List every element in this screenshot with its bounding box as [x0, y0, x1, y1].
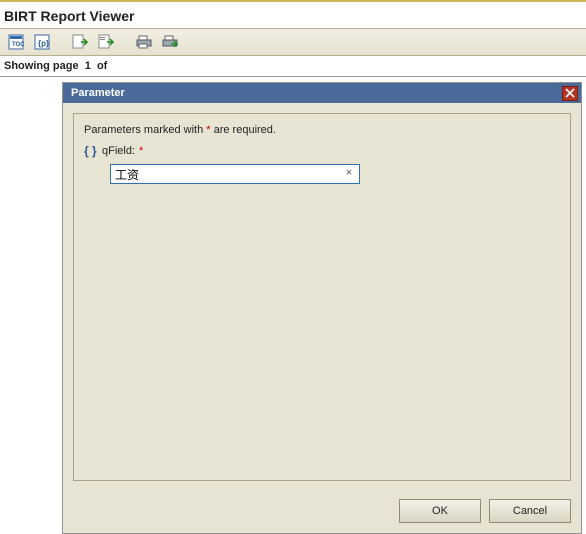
- braces-icon: { }: [84, 144, 98, 158]
- dialog-inner: Parameters marked with * are required. {…: [73, 113, 571, 481]
- content-area: Parameter Parameters marked with * are r…: [0, 77, 586, 523]
- toc-icon[interactable]: TOC: [6, 32, 26, 52]
- svg-text:{p}: {p}: [38, 39, 49, 48]
- toolbar: TOC {p}: [0, 28, 586, 56]
- svg-text:TOC: TOC: [12, 42, 24, 48]
- input-row: ×: [84, 164, 560, 184]
- print-server-icon[interactable]: [160, 32, 180, 52]
- qfield-input[interactable]: [110, 164, 360, 184]
- dialog-title: Parameter: [71, 87, 125, 99]
- status-prefix: Showing page: [4, 60, 79, 72]
- parameter-dialog: Parameter Parameters marked with * are r…: [62, 82, 582, 534]
- cancel-button[interactable]: Cancel: [489, 499, 571, 523]
- dialog-body: Parameters marked with * are required. {…: [63, 103, 581, 491]
- field-label: qField:: [102, 145, 135, 157]
- print-icon[interactable]: [134, 32, 154, 52]
- app-title: BIRT Report Viewer: [0, 2, 586, 28]
- status-suffix: of: [97, 60, 107, 72]
- field-row: { } qField: *: [84, 144, 560, 158]
- dialog-buttons: OK Cancel: [63, 491, 581, 533]
- clear-input-icon[interactable]: ×: [342, 166, 356, 180]
- status-bar: Showing page 1 of: [0, 56, 586, 77]
- status-page-number: 1: [85, 60, 91, 72]
- svg-text:{ }: { }: [84, 144, 97, 158]
- dialog-titlebar[interactable]: Parameter: [63, 83, 581, 103]
- ok-button[interactable]: OK: [399, 499, 481, 523]
- params-icon[interactable]: {p}: [32, 32, 52, 52]
- required-note: Parameters marked with * are required.: [84, 124, 560, 136]
- export-data-icon[interactable]: [70, 32, 90, 52]
- field-required-marker: *: [139, 145, 143, 157]
- export-report-icon[interactable]: [96, 32, 116, 52]
- close-icon[interactable]: [562, 86, 578, 101]
